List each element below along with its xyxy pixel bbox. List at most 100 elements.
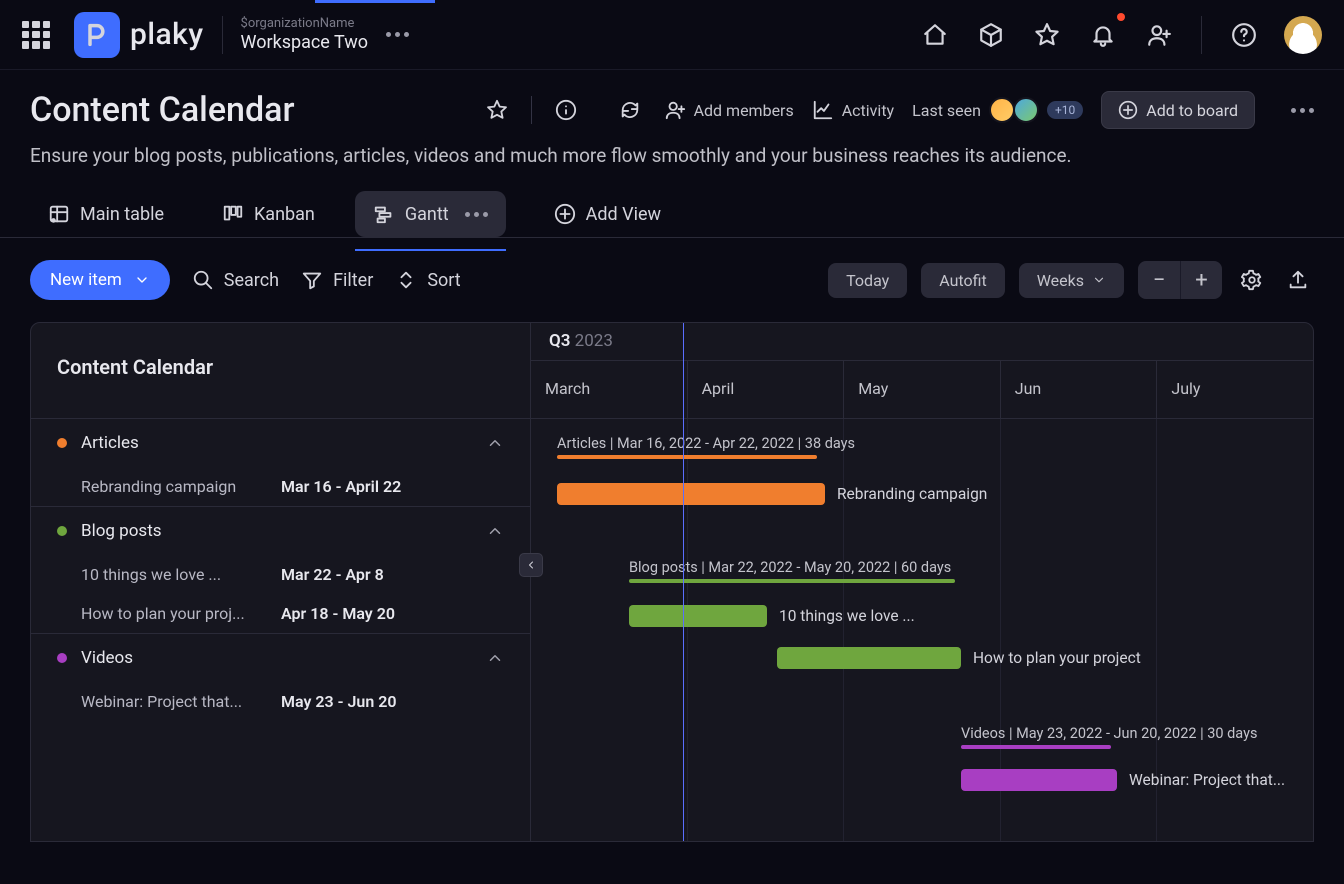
gantt-timeline[interactable]: Q3 2023 March April May Jun July Article…: [531, 323, 1313, 841]
sort-icon: [395, 269, 417, 291]
notifications-icon[interactable]: [1087, 19, 1119, 51]
task-name: 10 things we love ...: [81, 565, 281, 584]
group-color-dot: [57, 653, 67, 663]
package-icon[interactable]: [975, 19, 1007, 51]
add-view-button[interactable]: Add View: [548, 191, 667, 237]
timeline-months: March April May Jun July: [531, 361, 1313, 419]
help-icon[interactable]: [1228, 19, 1260, 51]
group-name: Articles: [81, 433, 486, 453]
today-line: [683, 323, 684, 841]
app-launcher-icon[interactable]: [22, 21, 50, 49]
sort-button[interactable]: Sort: [395, 269, 460, 291]
tab-label: Gantt: [405, 204, 449, 225]
task-bar[interactable]: Webinar: Project that...: [961, 769, 1285, 791]
plus-circle-icon: [554, 203, 576, 225]
gantt-icon: [373, 203, 395, 225]
tab-label: Main table: [80, 204, 164, 225]
month-column: March: [531, 361, 687, 418]
chevron-down-icon: [134, 272, 150, 288]
group-header-videos[interactable]: Videos: [31, 634, 530, 682]
workspace-menu-icon[interactable]: [386, 32, 409, 37]
add-members-label: Add members: [694, 101, 794, 120]
sort-label: Sort: [427, 270, 460, 291]
group-color-dot: [57, 526, 67, 536]
chevron-up-icon: [486, 649, 504, 667]
group-summary-bar[interactable]: Blog posts | Mar 22, 2022 - May 20, 2022…: [629, 559, 955, 583]
workspace-selector[interactable]: $organizationName Workspace Two: [241, 16, 369, 53]
add-to-board-label: Add to board: [1146, 101, 1238, 120]
activity-button[interactable]: Activity: [812, 99, 894, 121]
task-dates: Mar 22 - Apr 8: [281, 565, 384, 584]
zoom-controls: − +: [1138, 261, 1222, 299]
app-name: plaky: [130, 17, 204, 52]
group-header-articles[interactable]: Articles: [31, 419, 530, 467]
tab-gantt[interactable]: Gantt: [355, 191, 506, 237]
autofit-button[interactable]: Autofit: [921, 263, 1004, 298]
task-bar-label: 10 things we love ...: [779, 607, 915, 625]
group-summary-label: Videos | May 23, 2022 - Jun 20, 2022 | 3…: [961, 725, 1257, 742]
activity-label: Activity: [842, 101, 894, 120]
task-bar[interactable]: 10 things we love ...: [629, 605, 915, 627]
zoom-in-button[interactable]: +: [1180, 261, 1222, 299]
task-dates: Mar 16 - April 22: [281, 477, 401, 496]
invite-member-icon[interactable]: [1143, 19, 1175, 51]
chevron-down-icon: [1092, 273, 1106, 287]
last-seen[interactable]: Last seen +10: [912, 97, 1083, 123]
task-row[interactable]: How to plan your proj... Apr 18 - May 20: [31, 594, 530, 633]
task-row[interactable]: 10 things we love ... Mar 22 - Apr 8: [31, 555, 530, 594]
info-icon[interactable]: [550, 94, 582, 126]
task-bar[interactable]: Rebranding campaign: [557, 483, 987, 505]
new-item-button[interactable]: New item: [30, 260, 170, 300]
add-to-board-button[interactable]: Add to board: [1101, 91, 1255, 129]
group-name: Blog posts: [81, 521, 486, 541]
collapse-sidebar-button[interactable]: [519, 553, 543, 577]
notification-badge: [1117, 13, 1125, 21]
timescale-select[interactable]: Weeks: [1019, 263, 1124, 298]
task-bar[interactable]: How to plan your project: [777, 647, 1141, 669]
board-menu-icon[interactable]: [1291, 108, 1314, 113]
filter-label: Filter: [333, 270, 373, 291]
board-description: Ensure your blog posts, publications, ar…: [30, 144, 1314, 167]
month-column: Jun: [1000, 361, 1157, 418]
user-avatar[interactable]: [1284, 16, 1322, 54]
tab-menu-icon[interactable]: [465, 212, 488, 217]
month-column: July: [1156, 361, 1313, 418]
task-dates: Apr 18 - May 20: [281, 604, 395, 623]
last-seen-label: Last seen: [912, 101, 981, 120]
star-icon[interactable]: [1031, 19, 1063, 51]
search-label: Search: [224, 270, 279, 291]
group-header-blogposts[interactable]: Blog posts: [31, 507, 530, 555]
chevron-up-icon: [486, 522, 504, 540]
filter-button[interactable]: Filter: [301, 269, 373, 291]
group-color-dot: [57, 438, 67, 448]
tab-kanban[interactable]: Kanban: [204, 191, 333, 237]
task-row[interactable]: Webinar: Project that... May 23 - Jun 20: [31, 682, 530, 721]
gantt-task-list: Content Calendar Articles Rebranding cam…: [31, 323, 531, 841]
month-column: April: [687, 361, 844, 418]
task-name: How to plan your proj...: [81, 604, 281, 623]
group-summary-label: Articles | Mar 16, 2022 - Apr 22, 2022 |…: [557, 435, 855, 452]
add-members-button[interactable]: Add members: [664, 99, 794, 121]
zoom-out-button[interactable]: −: [1138, 261, 1180, 299]
task-row[interactable]: Rebranding campaign Mar 16 - April 22: [31, 467, 530, 506]
favorite-star-icon[interactable]: [481, 94, 513, 126]
sync-icon[interactable]: [614, 94, 646, 126]
group-summary-bar[interactable]: Videos | May 23, 2022 - Jun 20, 2022 | 3…: [961, 725, 1257, 749]
tab-main-table[interactable]: Main table: [30, 191, 182, 237]
filter-icon: [301, 269, 323, 291]
kanban-icon: [222, 203, 244, 225]
search-button[interactable]: Search: [192, 269, 279, 291]
group-summary-bar[interactable]: Articles | Mar 16, 2022 - Apr 22, 2022 |…: [557, 435, 855, 459]
board-title: Content Calendar: [30, 90, 294, 130]
settings-icon[interactable]: [1236, 264, 1268, 296]
home-icon[interactable]: [919, 19, 951, 51]
chevron-up-icon: [486, 434, 504, 452]
task-name: Rebranding campaign: [81, 477, 281, 496]
chevron-left-icon: [525, 559, 537, 571]
workspace-name: Workspace Two: [241, 32, 369, 54]
app-logo[interactable]: plaky: [74, 12, 204, 58]
today-button[interactable]: Today: [828, 263, 907, 298]
gantt-side-title: Content Calendar: [31, 323, 530, 419]
member-avatar: [1013, 97, 1039, 123]
export-icon[interactable]: [1282, 264, 1314, 296]
